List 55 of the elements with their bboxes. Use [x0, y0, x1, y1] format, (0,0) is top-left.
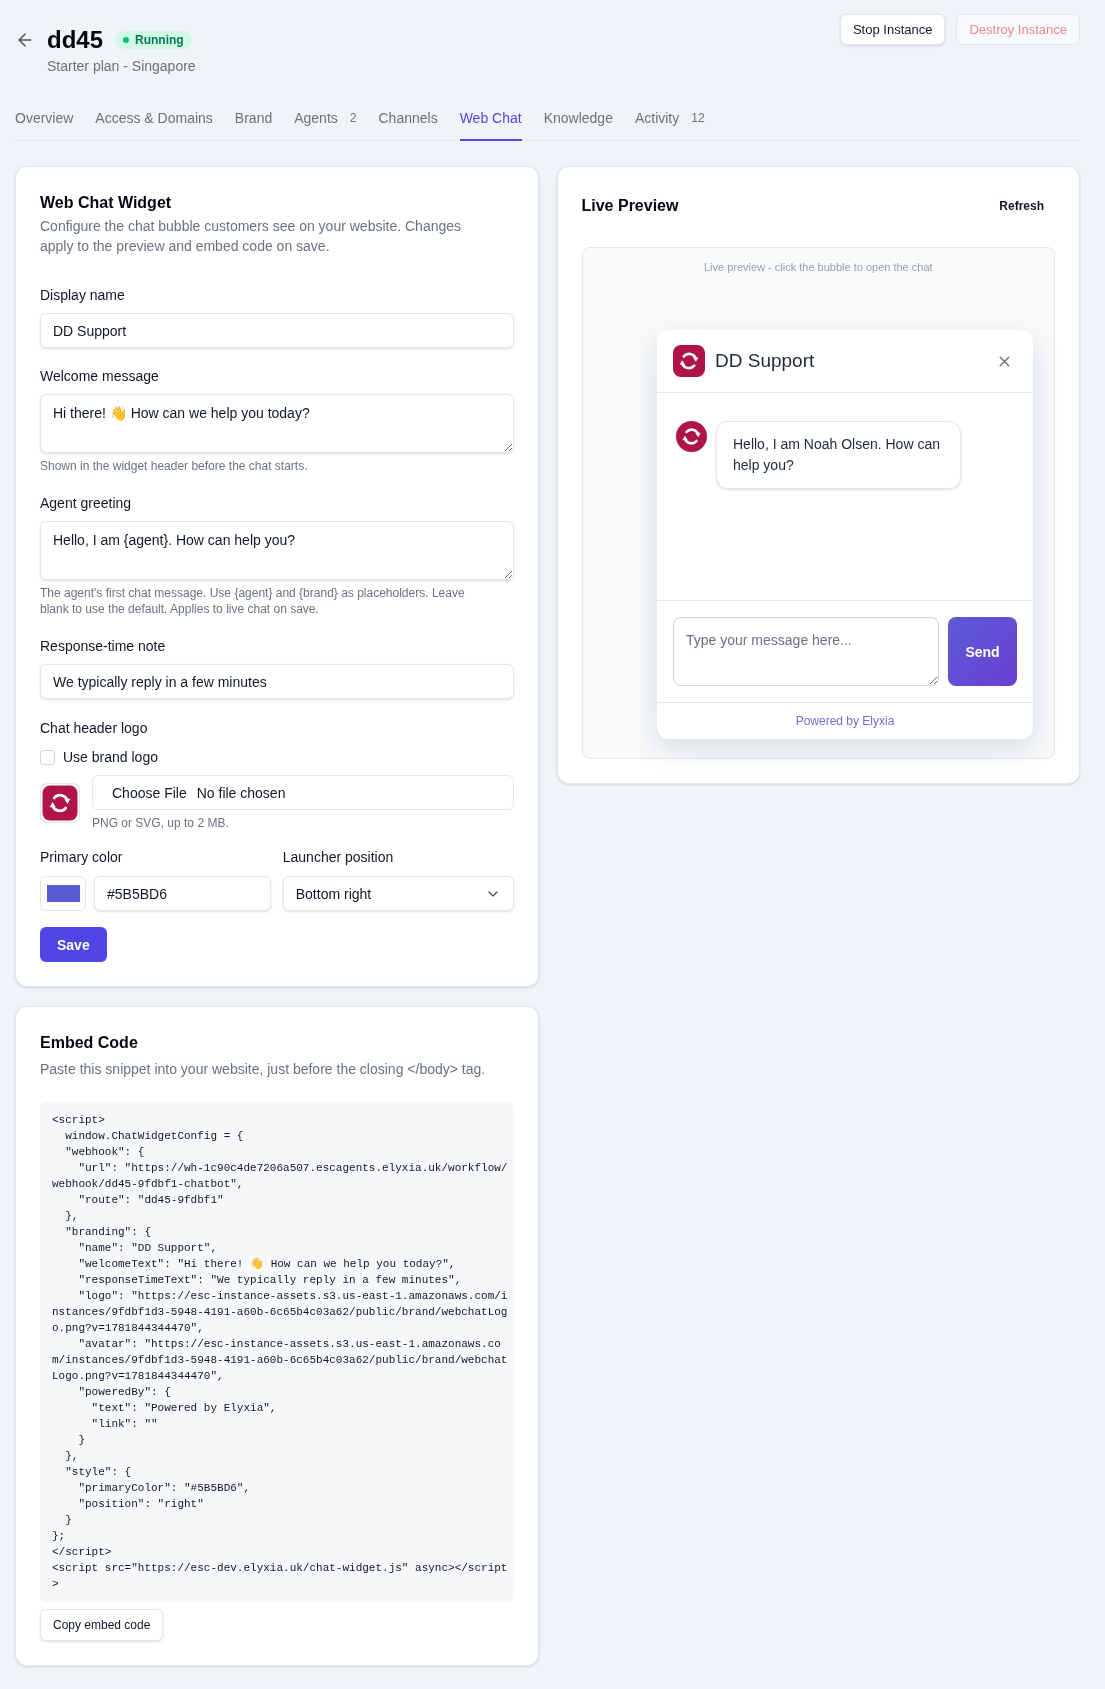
send-button[interactable]: Send [948, 617, 1017, 686]
field-label: Agent greeting [40, 494, 133, 513]
field-label: Display name [40, 286, 126, 305]
tab[interactable]: Activity 12 [634, 108, 705, 141]
field-label: Primary color [40, 848, 124, 867]
card-description: Configure the chat bubble customers see on your website. Changes apply to the preview and embed code on save. [40, 217, 463, 256]
save-button[interactable]: Save [40, 927, 107, 962]
circular-arrows-icon [673, 345, 705, 377]
help-text: PNG or SVG, up to 2 MB. [92, 815, 230, 831]
color-picker-button[interactable] [40, 876, 86, 911]
message-bubble: Hello, I am Noah Olsen. How can help you? [716, 421, 961, 489]
tab[interactable]: Brand [234, 108, 273, 141]
tab[interactable]: Knowledge [543, 108, 613, 141]
help-text: The agent's first chat message. Use {agent} and {brand} as placeholders. Leave blank to use the default. Applies to live chat on save. [40, 585, 466, 617]
message-input[interactable]: Type your message here... [673, 617, 939, 686]
tab[interactable]: Access & Domains [95, 108, 213, 141]
response-time-input[interactable]: We typically reply in a few minutes [40, 664, 514, 699]
stop-instance-button[interactable]: Stop Instance [839, 14, 946, 45]
instance-title: dd45 [47, 25, 103, 55]
card-title: Web Chat Widget [40, 193, 173, 213]
preview-caption: Live preview - click the bubble to open the chat [703, 260, 933, 275]
chat-title: DD Support [715, 348, 815, 373]
file-input[interactable]: Choose File No file chosen [92, 775, 514, 810]
field-label: Welcome message [40, 367, 160, 386]
hex-color-input[interactable]: #5B5BD6 [94, 876, 271, 911]
avatar-icon [676, 421, 707, 452]
tab-count: 12 [691, 110, 705, 126]
card-description: Paste this snippet into your website, just before the closing </body> tag. [40, 1060, 487, 1079]
refresh-button[interactable]: Refresh [988, 191, 1055, 221]
copy-embed-code-button[interactable]: Copy embed code [40, 1609, 164, 1641]
tab[interactable]: Channels [378, 108, 438, 141]
tab-count: 2 [349, 110, 357, 126]
agent-greeting-textarea[interactable]: Hello, I am {agent}. How can help you? [40, 521, 514, 580]
tab[interactable]: Web Chat [459, 108, 522, 141]
help-text: Shown in the widget header before the chat starts. [40, 458, 309, 474]
choose-file-button[interactable]: Choose File [112, 782, 187, 803]
field-label: Chat header logo [40, 719, 149, 738]
status-text: Running [135, 32, 184, 48]
checkbox[interactable] [40, 749, 55, 765]
welcome-message-textarea[interactable]: Hi there! 👋 How can we help you today? [40, 394, 514, 453]
tab[interactable]: Overview [15, 108, 74, 141]
checkbox-label: Use brand logo [63, 748, 158, 767]
field-label: Launcher position [282, 848, 395, 867]
color-swatch-icon [46, 885, 80, 902]
card-title: Embed Code [40, 1033, 139, 1053]
card-title: Live Preview [581, 196, 679, 216]
code-block: <script> window.ChatWidgetConfig = { "webhook": { "url": "https://wh-1c90c4de7206a507.escagents.elyxia.uk/workflow/ webhook/dd45-9fdbf1-chatbot", "route": "dd45-9fdbf1" }, "branding": { "name": "DD Support", "welcomeText": "Hi there! 👋 How can we help you today?", "responseTimeText": "We typically reply in a few minutes", "logo": "https://esc-instance-assets.s3.us-east-1.amazonaws.com/i nstances/9fdbf1d3-5948-4191-a60b-6c65b4c03a62/public/brand/webchatLog o.png?v=1781844344470", "avatar": "https://esc-instance-assets.s3.us-east-1.amazonaws.co m/instances/9fdbf1d3-5948-4191-a60b-6c65b4c03a62/public/brand/webchat Logo.png?v=1781844344470", "poweredBy": { "text": "Powered by Elyxia", "link": "" } }, "style": { "primaryColor": "#5B5BD6", "position": "right" } }; </script> <script src="https://esc-dev.elyxia.uk/chat-widget.js" async></script > [40, 1102, 514, 1602]
powered-by-text: Powered by Elyxia [795, 714, 895, 728]
launcher-position-select[interactable]: Bottom right [282, 876, 514, 911]
logo-preview-icon [40, 783, 80, 823]
instance-subtitle: Starter plan - Singapore [47, 57, 196, 76]
tab[interactable]: Agents 2 [294, 108, 357, 141]
field-label: Response-time note [40, 637, 167, 656]
display-name-input[interactable]: DD Support [40, 313, 514, 348]
file-status-text: No file chosen [196, 783, 286, 803]
